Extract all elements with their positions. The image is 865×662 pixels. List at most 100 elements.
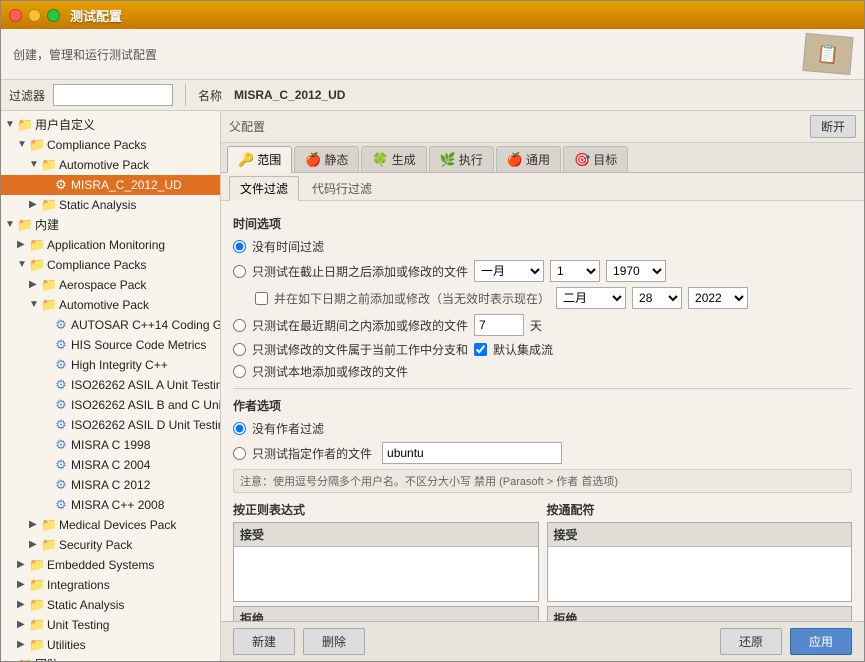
sidebar-label: Unit Testing bbox=[47, 616, 109, 634]
bottom-right-buttons: 还原 应用 bbox=[720, 628, 852, 655]
maximize-btn[interactable] bbox=[47, 9, 60, 22]
sidebar-item-aerospace[interactable]: ▶ 📁 Aerospace Pack bbox=[1, 275, 220, 295]
arrow-icon: ▶ bbox=[17, 576, 29, 594]
tab-scope[interactable]: 🔑 范围 bbox=[227, 146, 292, 173]
regex-accept-table: 接受 bbox=[233, 522, 539, 602]
author-radio-specific[interactable] bbox=[233, 447, 246, 460]
sidebar-label: HIS Source Code Metrics bbox=[71, 336, 206, 354]
tab-target[interactable]: 🎯 目标 bbox=[563, 146, 628, 172]
sidebar-item-highintegrity[interactable]: ⚙ High Integrity C++ bbox=[1, 355, 220, 375]
tab-execute[interactable]: 🌿 执行 bbox=[429, 146, 494, 172]
time-radio-branch[interactable] bbox=[233, 343, 246, 356]
day-select-2[interactable]: 28 bbox=[632, 287, 682, 309]
arrow-icon: ▶ bbox=[29, 516, 41, 534]
scope-tab-icon: 🔑 bbox=[238, 152, 254, 168]
sidebar-item-user-defined[interactable]: ▼ 📁 用户自定义 bbox=[1, 115, 220, 135]
sidebar-item-static[interactable]: ▶ 📁 Static Analysis bbox=[1, 595, 220, 615]
config-icon: ⚙ bbox=[53, 318, 69, 332]
sub-tab-file-label: 文件过滤 bbox=[240, 182, 288, 196]
year-select-1[interactable]: 1970 bbox=[606, 260, 666, 282]
sidebar-item-misra2004[interactable]: ⚙ MISRA C 2004 bbox=[1, 455, 220, 475]
wildcard-reject-header: 拒绝 bbox=[548, 607, 852, 621]
regex-accept-body bbox=[234, 547, 538, 587]
sidebar-item-embedded[interactable]: ▶ 📁 Embedded Systems bbox=[1, 555, 220, 575]
author-radio-none[interactable] bbox=[233, 422, 246, 435]
sub-tab-line-filter[interactable]: 代码行过滤 bbox=[301, 176, 383, 200]
minimize-btn[interactable] bbox=[28, 9, 41, 22]
sidebar-item-misracpp2008[interactable]: ⚙ MISRA C++ 2008 bbox=[1, 495, 220, 515]
separator-1 bbox=[233, 388, 852, 389]
arrow-icon: ▼ bbox=[29, 156, 41, 174]
folder-icon: 📁 bbox=[29, 618, 45, 632]
month-select-2[interactable]: 二月 bbox=[556, 287, 626, 309]
sidebar-label: ISO26262 ASIL A Unit Testing bbox=[71, 376, 221, 394]
arrow-icon: ▶ bbox=[17, 616, 29, 634]
bottom-left-buttons: 新建 删除 bbox=[233, 628, 365, 655]
sidebar-item-iso26262d[interactable]: ⚙ ISO26262 ASIL D Unit Testing bbox=[1, 415, 220, 435]
sub-tab-line-label: 代码行过滤 bbox=[312, 182, 372, 196]
subtitle-bar: 创建，管理和运行测试配置 📋 bbox=[1, 29, 864, 80]
folder-icon: 📁 bbox=[41, 198, 57, 212]
tab-static[interactable]: 🍎 静态 bbox=[294, 146, 359, 172]
sidebar-item-utilities[interactable]: ▶ 📁 Utilities bbox=[1, 635, 220, 655]
sidebar-label: Static Analysis bbox=[59, 196, 136, 214]
apply-button[interactable]: 应用 bbox=[790, 628, 852, 655]
sidebar-label: Automotive Pack bbox=[59, 156, 149, 174]
time-radio-deadline[interactable] bbox=[233, 265, 246, 278]
sidebar-item-static-user[interactable]: ▶ 📁 Static Analysis bbox=[1, 195, 220, 215]
sidebar-item-security[interactable]: ▶ 📁 Security Pack bbox=[1, 535, 220, 555]
sidebar-item-compliance-builtin[interactable]: ▼ 📁 Compliance Packs bbox=[1, 255, 220, 275]
folder-icon: 📁 bbox=[41, 298, 57, 312]
delete-button[interactable]: 删除 bbox=[303, 628, 365, 655]
author-option-none: 没有作者过滤 bbox=[233, 420, 852, 437]
sidebar-label: Static Analysis bbox=[47, 596, 124, 614]
sidebar-label: Utilities bbox=[47, 636, 86, 654]
sidebar-item-iso26262a[interactable]: ⚙ ISO26262 ASIL A Unit Testing bbox=[1, 375, 220, 395]
sidebar-label: Application Monitoring bbox=[47, 236, 165, 254]
tab-general[interactable]: 🍎 通用 bbox=[496, 146, 561, 172]
tab-static-label: 静态 bbox=[324, 151, 348, 168]
filter-input[interactable] bbox=[53, 84, 173, 106]
sidebar-item-unittesting[interactable]: ▶ 📁 Unit Testing bbox=[1, 615, 220, 635]
sidebar-label: Compliance Packs bbox=[47, 136, 146, 154]
config-icon: ⚙ bbox=[53, 418, 69, 432]
restore-button[interactable]: 还原 bbox=[720, 628, 782, 655]
time-radio-local[interactable] bbox=[233, 365, 246, 378]
month-select-1[interactable]: 一月二月三月 bbox=[474, 260, 544, 282]
sidebar-item-builtin[interactable]: ▼ 📁 内建 bbox=[1, 215, 220, 235]
sidebar-item-misra1998[interactable]: ⚙ MISRA C 1998 bbox=[1, 435, 220, 455]
author-radio-specific-label: 只测试指定作者的文件 bbox=[252, 445, 372, 462]
sidebar-item-iso26262bc[interactable]: ⚙ ISO26262 ASIL B and C Unit Testin... bbox=[1, 395, 220, 415]
sidebar-item-team[interactable]: ▶ 📁 团队 bbox=[1, 655, 220, 661]
sub-tab-file-filter[interactable]: 文件过滤 bbox=[229, 176, 299, 201]
time-radio-none[interactable] bbox=[233, 240, 246, 253]
new-button[interactable]: 新建 bbox=[233, 628, 295, 655]
default-stream-checkbox[interactable] bbox=[474, 343, 487, 356]
sidebar-item-integrations[interactable]: ▶ 📁 Integrations bbox=[1, 575, 220, 595]
disconnect-button[interactable]: 断开 bbox=[810, 115, 856, 138]
sidebar-item-automotive-builtin[interactable]: ▼ 📁 Automotive Pack bbox=[1, 295, 220, 315]
sidebar-item-medical[interactable]: ▶ 📁 Medical Devices Pack bbox=[1, 515, 220, 535]
recent-value-input[interactable] bbox=[474, 314, 524, 336]
name-value: MISRA_C_2012_UD bbox=[234, 88, 345, 102]
close-btn[interactable] bbox=[9, 9, 22, 22]
tab-generate[interactable]: 🍀 生成 bbox=[361, 146, 426, 172]
sidebar-item-misra2012[interactable]: ⚙ MISRA C 2012 bbox=[1, 475, 220, 495]
sidebar-label: MISRA C 2004 bbox=[71, 456, 150, 474]
sidebar-item-misra-ud[interactable]: ⚙ MISRA_C_2012_UD bbox=[1, 175, 220, 195]
sidebar-item-app-monitoring[interactable]: ▶ 📁 Application Monitoring bbox=[1, 235, 220, 255]
before-date-checkbox[interactable] bbox=[255, 292, 268, 305]
config-icon: ⚙ bbox=[53, 458, 69, 472]
arrow-icon: ▼ bbox=[17, 256, 29, 274]
name-label: 名称 bbox=[198, 87, 222, 104]
folder-icon: 📁 bbox=[29, 578, 45, 592]
sidebar-item-compliance-user[interactable]: ▼ 📁 Compliance Packs bbox=[1, 135, 220, 155]
arrow-icon: ▶ bbox=[5, 656, 17, 661]
author-input[interactable] bbox=[382, 442, 562, 464]
sidebar-item-autosar[interactable]: ⚙ AUTOSAR C++14 Coding Guidelines bbox=[1, 315, 220, 335]
sidebar-item-his[interactable]: ⚙ HIS Source Code Metrics bbox=[1, 335, 220, 355]
sidebar-item-automotive-user[interactable]: ▼ 📁 Automotive Pack bbox=[1, 155, 220, 175]
time-radio-recent[interactable] bbox=[233, 319, 246, 332]
year-select-2[interactable]: 2022 bbox=[688, 287, 748, 309]
day-select-1[interactable]: 1 bbox=[550, 260, 600, 282]
